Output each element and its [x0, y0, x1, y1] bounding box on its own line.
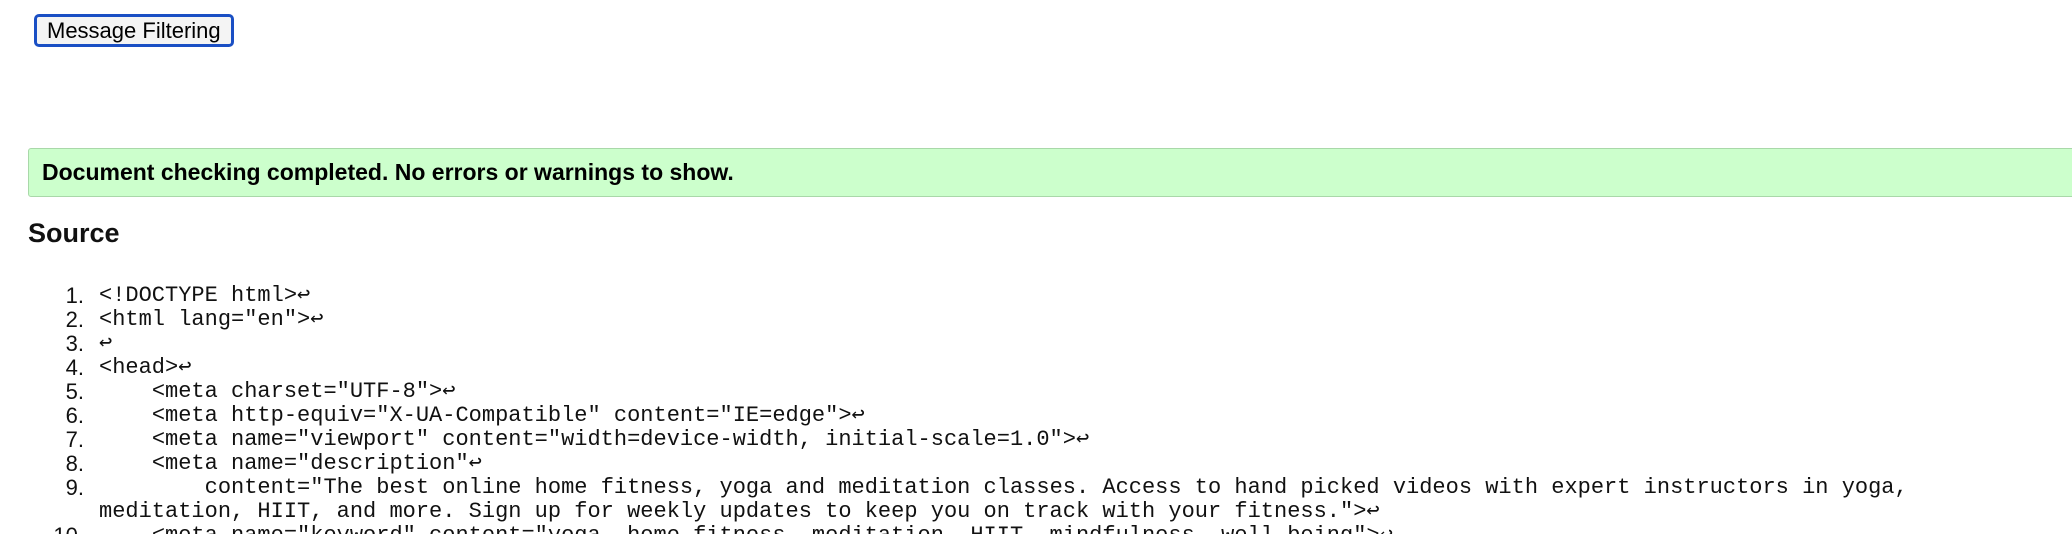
line-code: <meta name="keyword" content="yoga, home… [99, 524, 2019, 534]
line-code: <meta http-equiv="X-UA-Compatible" conte… [99, 403, 865, 428]
line-code: <head>↩ [99, 355, 192, 380]
source-line: 1. <!DOCTYPE html>↩ [0, 284, 2072, 308]
source-listing: 1. <!DOCTYPE html>↩ 2. <html lang="en">↩… [0, 284, 2072, 534]
line-number: 8. [65, 451, 84, 476]
line-number: 4. [65, 355, 84, 380]
source-line: 3. ↩ [0, 332, 2072, 356]
success-message: Document checking completed. No errors o… [28, 148, 2072, 197]
source-line: 10. <meta name="keyword" content="yoga, … [0, 524, 2072, 534]
line-number: 7. [65, 427, 84, 452]
line-number: 3. [65, 331, 84, 356]
source-line: 2. <html lang="en">↩ [0, 308, 2072, 332]
line-code: <!DOCTYPE html>↩ [99, 283, 311, 308]
source-heading: Source [28, 218, 120, 248]
line-number: 9. [65, 475, 84, 500]
source-line: 8. <meta name="description"↩ [0, 452, 2072, 476]
line-number: 10. [53, 524, 84, 534]
line-code: <meta name="viewport" content="width=dev… [99, 427, 1090, 452]
source-line: 9. content="The best online home fitness… [0, 476, 2072, 524]
line-number: 1. [65, 283, 84, 308]
message-filtering-button[interactable]: Message Filtering [34, 14, 234, 47]
line-number: 5. [65, 379, 84, 404]
source-line: 6. <meta http-equiv="X-UA-Compatible" co… [0, 404, 2072, 428]
source-line: 7. <meta name="viewport" content="width=… [0, 428, 2072, 452]
line-number: 2. [65, 307, 84, 332]
line-code: <meta name="description"↩ [99, 451, 482, 476]
line-code: content="The best online home fitness, y… [99, 475, 1921, 524]
line-code: <html lang="en">↩ [99, 307, 324, 332]
line-number: 6. [65, 403, 84, 428]
source-line: 4. <head>↩ [0, 356, 2072, 380]
line-code: ↩ [99, 331, 113, 356]
line-code: <meta charset="UTF-8">↩ [99, 379, 456, 404]
source-line: 5. <meta charset="UTF-8">↩ [0, 380, 2072, 404]
